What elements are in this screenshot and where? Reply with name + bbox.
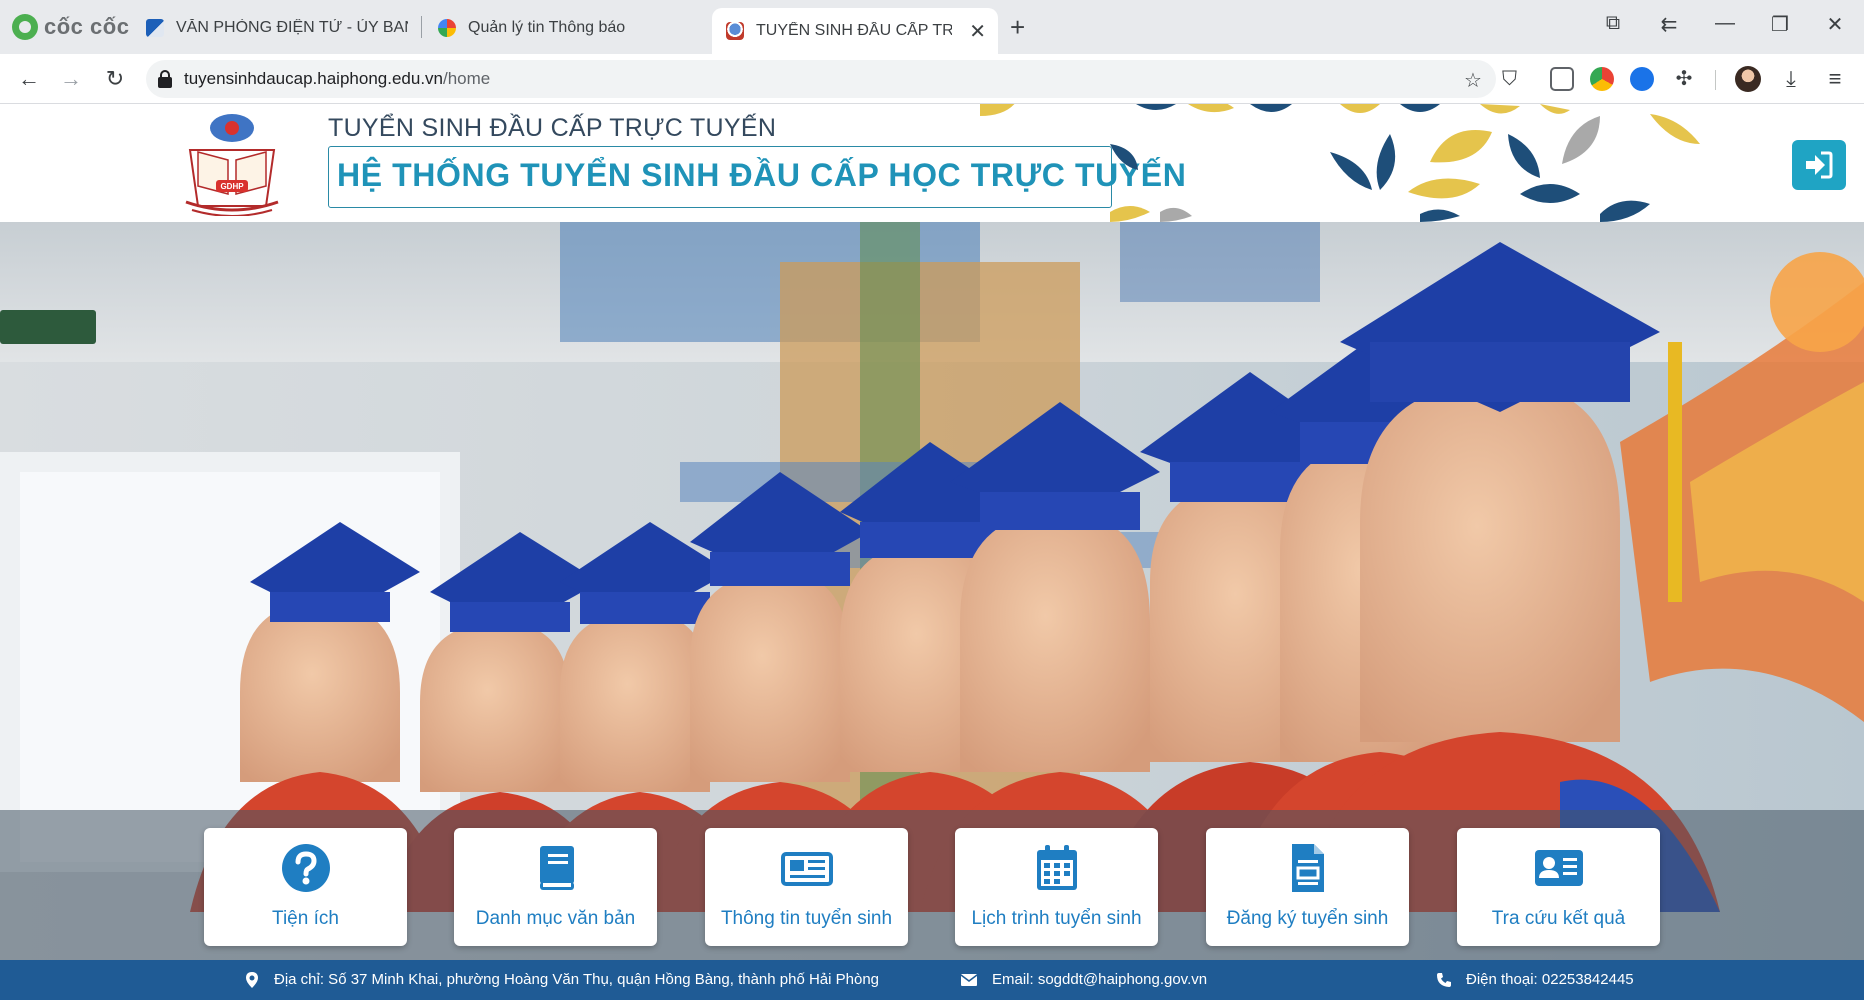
map-marker-icon — [246, 971, 258, 988]
tab-separator — [421, 16, 422, 38]
quick-link-label: Danh mục văn bản — [475, 908, 636, 929]
coccoc-logo-icon — [12, 14, 38, 40]
quick-link-label: Lịch trình tuyển sinh — [971, 908, 1142, 929]
quick-link-label: Tra cứu kết quả — [1491, 908, 1626, 929]
quick-link-thong-tin-tuyen-sinh[interactable]: Thông tin tuyển sinh — [705, 828, 908, 946]
footer-email: Email: sogddt@haiphong.gov.vn — [960, 971, 1207, 988]
book-icon — [539, 846, 574, 890]
decorative-leaf-pattern — [980, 104, 1700, 222]
logo-text: GDHP — [220, 182, 244, 191]
site-subtitle: TUYỂN SINH ĐẦU CẤP TRỰC TUYẾN — [328, 114, 777, 142]
back-history-icon[interactable]: ⇇ — [1654, 12, 1684, 37]
quick-link-tra-cuu-ket-qua[interactable]: Tra cứu kết quả — [1457, 828, 1660, 946]
shield-icon[interactable]: ⛉ — [1502, 68, 1517, 91]
quick-link-lich-trinh-tuyen-sinh[interactable]: Lịch trình tuyển sinh — [955, 828, 1158, 946]
footer-phone: Điện thoại: 02253842445 — [1436, 971, 1634, 988]
forward-arrow-icon[interactable]: → — [56, 64, 86, 94]
tab-title: VĂN PHÒNG ĐIỆN TỬ - ỦY BAN N — [176, 19, 408, 36]
bookmark-star-icon[interactable]: ☆ — [1464, 68, 1482, 93]
menu-hamburger-icon[interactable]: ≡ — [1820, 64, 1850, 94]
browser-tab-bar: cốc cốc VĂN PHÒNG ĐIỆN TỬ - ỦY BAN N Quả… — [0, 0, 1864, 54]
back-arrow-icon[interactable]: ← — [14, 64, 44, 94]
coccoc-menu-button[interactable]: cốc cốc — [12, 12, 129, 42]
site-header: GDHP TUYỂN SINH ĐẦU CẤP TRỰC TUYẾN HỆ TH… — [0, 104, 1864, 222]
newspaper-icon — [780, 852, 833, 886]
sign-in-icon — [1806, 151, 1833, 179]
footer-phone-text: Điện thoại: 02253842445 — [1466, 971, 1634, 988]
minimize-icon[interactable]: — — [1710, 12, 1740, 35]
gdhp-favicon-icon — [726, 22, 744, 40]
question-circle-icon — [281, 844, 330, 892]
office-favicon-icon — [146, 19, 164, 37]
download-icon[interactable]: ⤓ — [1776, 64, 1806, 94]
browser-toolbar: ← → ↻ tuyensinhdaucap.haiphong.edu.vn/ho… — [0, 54, 1864, 104]
url-text[interactable]: tuyensinhdaucap.haiphong.edu.vn/home — [184, 69, 490, 89]
restore-icon[interactable]: ❐ — [1765, 12, 1795, 37]
footer-email-text[interactable]: Email: sogddt@haiphong.gov.vn — [992, 971, 1207, 988]
tab-tuyen-sinh-dau-cap[interactable]: TUYỂN SINH ĐẦU CẤP TRỰC ✕ — [712, 8, 998, 54]
extensions-puzzle-icon[interactable]: ✣ — [1672, 67, 1696, 91]
envelope-icon — [960, 973, 978, 986]
tab-search-icon[interactable]: ⧉ — [1598, 12, 1628, 35]
quick-link-label: Tiện ích — [272, 908, 339, 929]
new-tab-icon[interactable]: + — [1010, 12, 1025, 43]
calendar-icon — [1036, 845, 1077, 890]
tab-title: TUYỂN SINH ĐẦU CẤP TRỰC — [756, 22, 952, 39]
lock-icon[interactable] — [158, 70, 172, 88]
reload-icon[interactable]: ↻ — [100, 64, 130, 94]
site-footer: Địa chỉ: Số 37 Minh Khai, phường Hoàng V… — [0, 960, 1864, 1000]
hero-banner: Tiện ích Danh mục văn bản Thông tin tuyể… — [0, 222, 1864, 1000]
quick-link-dang-ky-tuyen-sinh[interactable]: Đăng ký tuyển sinh — [1206, 828, 1409, 946]
address-bar[interactable]: tuyensinhdaucap.haiphong.edu.vn/home ☆ — [146, 60, 1496, 98]
browser-brand: cốc cốc — [44, 14, 130, 39]
blue-extension-icon[interactable] — [1630, 67, 1654, 91]
login-button[interactable] — [1792, 140, 1846, 190]
close-window-icon[interactable]: ✕ — [1820, 12, 1850, 37]
toolbar-separator — [1715, 70, 1716, 90]
phone-icon — [1437, 972, 1451, 987]
profile-avatar[interactable] — [1735, 66, 1761, 92]
footer-address-text: Địa chỉ: Số 37 Minh Khai, phường Hoàng V… — [274, 971, 880, 988]
page-content: GDHP TUYỂN SINH ĐẦU CẤP TRỰC TUYẾN HỆ TH… — [0, 104, 1864, 1000]
gdhp-logo[interactable]: GDHP — [176, 110, 288, 216]
quick-link-danh-muc-van-ban[interactable]: Danh mục văn bản — [454, 828, 657, 946]
id-card-icon — [1534, 850, 1583, 886]
close-tab-icon[interactable]: ✕ — [969, 19, 986, 44]
url-path: /home — [443, 69, 491, 88]
quick-links-bar: Tiện ích Danh mục văn bản Thông tin tuyể… — [0, 810, 1864, 962]
colorful-favicon-icon — [438, 19, 456, 37]
quick-link-label: Thông tin tuyển sinh — [720, 908, 893, 929]
tab-title: Quản lý tin Thông báo — [468, 19, 626, 36]
quick-link-label: Đăng ký tuyển sinh — [1226, 908, 1389, 929]
chrome-extension-icon[interactable] — [1590, 67, 1614, 91]
quick-link-tien-ich[interactable]: Tiện ích — [204, 828, 407, 946]
tab-quan-ly-tin-thong-bao[interactable]: Quản lý tin Thông báo — [424, 8, 708, 48]
tab-van-phong-dien-tu[interactable]: VĂN PHÒNG ĐIỆN TỬ - ỦY BAN N — [132, 8, 422, 48]
file-form-icon — [1291, 844, 1324, 892]
url-host: tuyensinhdaucap.haiphong.edu.vn — [184, 69, 443, 88]
calendar-extension-icon[interactable] — [1550, 67, 1574, 91]
footer-address: Địa chỉ: Số 37 Minh Khai, phường Hoàng V… — [244, 971, 879, 988]
